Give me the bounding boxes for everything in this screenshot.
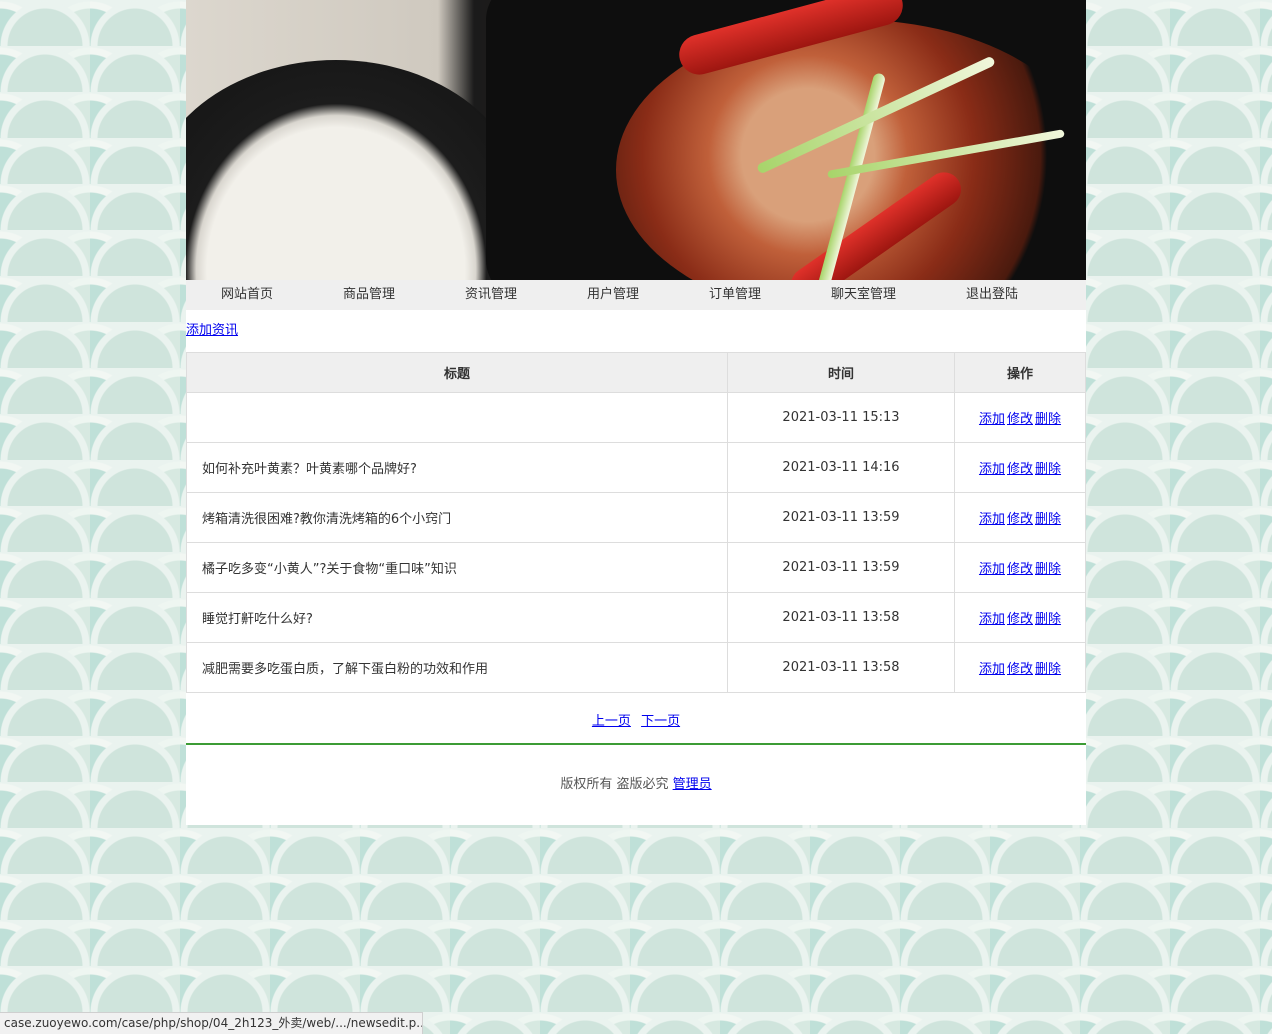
footer: 版权所有 盗版必究 管理员 (186, 745, 1086, 825)
edit-link[interactable]: 修改 (1007, 562, 1033, 577)
table-row: 减肥需要多吃蛋白质，了解下蛋白粉的功效和作用 2021-03-11 13:58 添加… (186, 642, 1086, 693)
nav-item-3[interactable]: 用户管理 (552, 280, 674, 310)
add-link[interactable]: 添加 (979, 412, 1005, 427)
add-link[interactable]: 添加 (979, 662, 1005, 677)
edit-link[interactable]: 修改 (1007, 462, 1033, 477)
header-time: 时间 (727, 352, 955, 393)
delete-link[interactable]: 删除 (1035, 562, 1061, 577)
edit-link[interactable]: 修改 (1007, 412, 1033, 427)
delete-link[interactable]: 删除 (1035, 462, 1061, 477)
row-actions: 添加 修改 删除 (954, 442, 1086, 493)
add-link[interactable]: 添加 (979, 512, 1005, 527)
table-row: 烤箱清洗很困难?教你清洗烤箱的6个小窍门 2021-03-11 13:59 添加 修改… (186, 492, 1086, 543)
admin-link[interactable]: 管理员 (673, 777, 712, 792)
add-link[interactable]: 添加 (979, 562, 1005, 577)
header-title: 标题 (186, 352, 728, 393)
add-link[interactable]: 添加 (979, 612, 1005, 627)
header-actions: 操作 (954, 352, 1086, 393)
page-container: 网站首页 商品管理 资讯管理 用户管理 订单管理 聊天室管理 退出登陆 添加资讯 标题 时间… (186, 0, 1086, 825)
edit-link[interactable]: 修改 (1007, 512, 1033, 527)
banner-image (186, 0, 1086, 280)
copyright-text: 版权所有 盗版必究 (560, 777, 669, 792)
row-actions: 添加 修改 删除 (954, 492, 1086, 543)
delete-link[interactable]: 删除 (1035, 662, 1061, 677)
news-time: 2021-03-11 13:58 (727, 592, 955, 643)
row-actions: 添加 修改 删除 (954, 592, 1086, 643)
soup-bowl-decoration (186, 60, 526, 280)
prev-page-link[interactable]: 上一页 (592, 714, 631, 729)
news-time: 2021-03-11 13:59 (727, 492, 955, 543)
row-actions: 添加 修改 删除 (954, 542, 1086, 593)
row-actions: 添加 修改 删除 (954, 642, 1086, 693)
news-title: 橘子吃多变“小黄人”?关于食物“重口味”知识 (186, 542, 728, 593)
news-time: 2021-03-11 15:13 (727, 392, 955, 443)
table-row: 2021-03-11 15:13 添加 修改 删除 (186, 392, 1086, 443)
news-title: 睡觉打鼾吃什么好? (186, 592, 728, 643)
next-page-link[interactable]: 下一页 (641, 714, 680, 729)
table-header-row: 标题 时间 操作 (186, 352, 1086, 393)
delete-link[interactable]: 删除 (1035, 512, 1061, 527)
main-nav: 网站首页 商品管理 资讯管理 用户管理 订单管理 聊天室管理 退出登陆 (186, 280, 1086, 310)
news-title: 减肥需要多吃蛋白质，了解下蛋白粉的功效和作用 (186, 642, 728, 693)
nav-item-4[interactable]: 订单管理 (674, 280, 796, 310)
browser-status-bar: case.zuoyewo.com/case/php/shop/04_2h123_… (0, 1012, 423, 1034)
edit-link[interactable]: 修改 (1007, 662, 1033, 677)
delete-link[interactable]: 删除 (1035, 612, 1061, 627)
news-time: 2021-03-11 13:58 (727, 642, 955, 693)
edit-link[interactable]: 修改 (1007, 612, 1033, 627)
add-link[interactable]: 添加 (979, 462, 1005, 477)
delete-link[interactable]: 删除 (1035, 412, 1061, 427)
news-title (186, 392, 728, 443)
nav-item-6[interactable]: 退出登陆 (931, 280, 1053, 310)
news-title: 烤箱清洗很困难?教你清洗烤箱的6个小窍门 (186, 492, 728, 543)
table-row: 睡觉打鼾吃什么好? 2021-03-11 13:58 添加 修改 删除 (186, 592, 1086, 643)
table-row: 橘子吃多变“小黄人”?关于食物“重口味”知识 2021-03-11 13:59 添加… (186, 542, 1086, 593)
add-news-link[interactable]: 添加资讯 (186, 310, 1086, 352)
table-row: 如何补充叶黄素？叶黄素哪个品牌好? 2021-03-11 14:16 添加 修改 删除 (186, 442, 1086, 493)
pagination: 上一页 下一页 (186, 693, 1086, 745)
nav-item-2[interactable]: 资讯管理 (430, 280, 552, 310)
news-time: 2021-03-11 13:59 (727, 542, 955, 593)
news-time: 2021-03-11 14:16 (727, 442, 955, 493)
nav-item-1[interactable]: 商品管理 (308, 280, 430, 310)
news-table: 标题 时间 操作 2021-03-11 15:13 添加 修改 删除 如何补充叶黄素？叶… (186, 352, 1086, 693)
news-title: 如何补充叶黄素？叶黄素哪个品牌好? (186, 442, 728, 493)
nav-item-0[interactable]: 网站首页 (186, 280, 308, 310)
row-actions: 添加 修改 删除 (954, 392, 1086, 443)
nav-item-5[interactable]: 聊天室管理 (796, 280, 931, 310)
